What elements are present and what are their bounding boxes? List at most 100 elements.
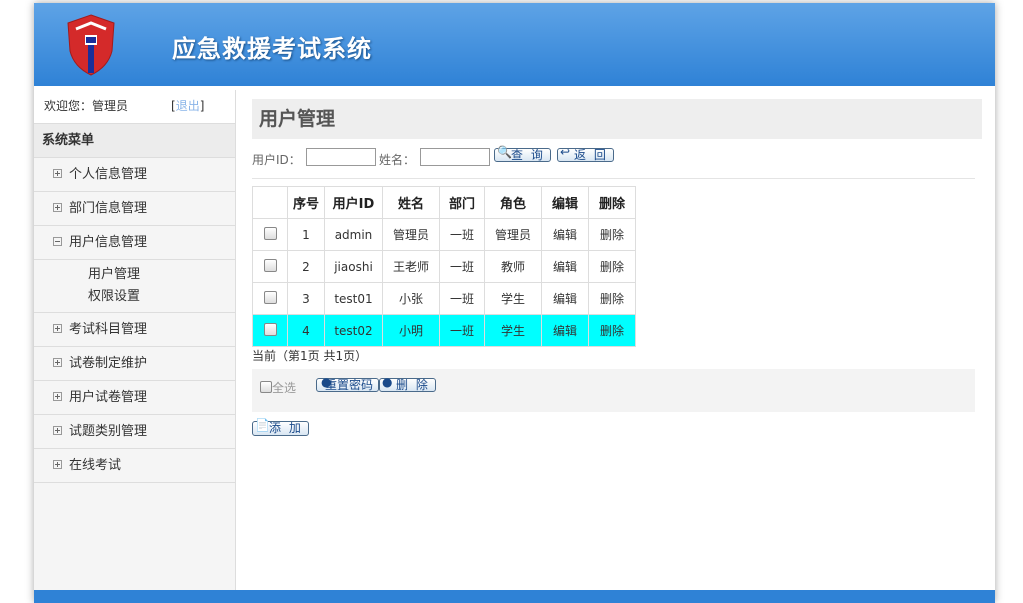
sidebar-item-department-info[interactable]: 部门信息管理 — [34, 192, 235, 226]
add-document-icon: 📄 — [255, 418, 272, 432]
bulk-delete-button[interactable]: ● 删 除 — [379, 375, 436, 392]
cell-no: 2 — [287, 250, 325, 283]
header-no: 序号 — [287, 186, 325, 219]
cell-no: 1 — [287, 218, 325, 251]
row-checkbox-cell — [252, 314, 288, 347]
cell-userid: test01 — [324, 282, 383, 315]
cell-name: 小明 — [382, 314, 440, 347]
user-table: 序号 用户ID 姓名 部门 角色 编辑 删除 1 admin 管理员 一班 管理… — [252, 186, 636, 347]
delete-link[interactable]: 删除 — [588, 218, 636, 251]
collapse-minus-icon — [53, 237, 62, 246]
select-all-label: 全选 — [272, 381, 297, 395]
page-title: 用户管理 — [252, 99, 982, 139]
table-row: 2 jiaoshi 王老师 一班 教师 编辑 删除 — [252, 250, 636, 283]
row-checkbox[interactable] — [263, 322, 277, 336]
expand-plus-icon — [53, 426, 62, 435]
expand-plus-icon — [53, 324, 62, 333]
main-content: 用户管理 用户ID： 姓名： 🔍 查 询 ↩ 返 回 序号 用户ID 姓名 部门 角… — [252, 99, 982, 436]
header-checkbox-col — [252, 186, 288, 219]
sidebar-item-user-info[interactable]: 用户信息管理 — [34, 226, 235, 260]
pager-status: 当前（第1页 共1页） — [252, 349, 368, 363]
logout-bracket-close: ] — [199, 99, 205, 113]
cell-name: 管理员 — [382, 218, 440, 251]
header-edit: 编辑 — [541, 186, 589, 219]
row-checkbox-cell — [252, 250, 288, 283]
cell-dept: 一班 — [439, 250, 485, 283]
cell-dept: 一班 — [439, 282, 485, 315]
footer-bar — [34, 590, 995, 603]
header-name: 姓名 — [382, 186, 440, 219]
bulk-action-bar: 全选 ● 重置密码 ● 删 除 — [252, 369, 975, 412]
cell-name: 小张 — [382, 282, 440, 315]
sidebar-item-label: 考试科目管理 — [69, 322, 148, 337]
table-header-row: 序号 用户ID 姓名 部门 角色 编辑 删除 — [252, 186, 636, 219]
add-button[interactable]: 📄 添 加 — [252, 418, 309, 436]
sidebar-item-question-categories[interactable]: 试题类别管理 — [34, 415, 235, 449]
header-delete: 删除 — [588, 186, 636, 219]
expand-plus-icon — [53, 392, 62, 401]
welcome-bar: 欢迎您：管理员 [退出] — [34, 90, 235, 124]
app-title: 应急救援考试系统 — [172, 35, 372, 63]
cell-userid: admin — [324, 218, 383, 251]
row-checkbox-cell — [252, 282, 288, 315]
logout-wrapper: [退出] — [171, 90, 204, 123]
table-row-highlighted: 4 test02 小明 一班 学生 编辑 删除 — [252, 314, 636, 347]
select-all[interactable]: 全选 — [260, 379, 296, 396]
logout-link[interactable]: 退出 — [176, 99, 200, 113]
search-bar: 用户ID： 姓名： 🔍 查 询 ↩ 返 回 — [252, 145, 982, 170]
bulk-delete-label: 删 除 — [396, 378, 430, 392]
sidebar-item-exam-subjects[interactable]: 考试科目管理 — [34, 313, 235, 347]
expand-plus-icon — [53, 358, 62, 367]
cell-dept: 一班 — [439, 314, 485, 347]
row-checkbox[interactable] — [263, 226, 277, 240]
app-frame: 应急救援考试系统 欢迎您：管理员 [退出] 系统菜单 个人信息管理 部门信息管理… — [34, 3, 995, 603]
sidebar-item-label: 用户试卷管理 — [69, 390, 148, 405]
cell-role: 教师 — [484, 250, 542, 283]
delete-link[interactable]: 删除 — [588, 282, 636, 315]
user-info-submenu: 用户管理 权限设置 — [34, 260, 235, 313]
reset-password-button[interactable]: ● 重置密码 — [316, 375, 380, 392]
sidebar: 欢迎您：管理员 [退出] 系统菜单 个人信息管理 部门信息管理 用户信息管理 用… — [34, 90, 236, 593]
sidebar-item-paper-maintenance[interactable]: 试卷制定维护 — [34, 347, 235, 381]
cell-userid: test02 — [324, 314, 383, 347]
sidebar-item-label: 部门信息管理 — [69, 201, 148, 216]
submenu-item-permission-settings[interactable]: 权限设置 — [88, 286, 235, 308]
expand-plus-icon — [53, 169, 62, 178]
divider — [252, 178, 975, 179]
delete-icon: ● — [382, 375, 395, 389]
submenu-item-user-management[interactable]: 用户管理 — [88, 264, 235, 286]
edit-link[interactable]: 编辑 — [541, 314, 589, 347]
back-button-label: 返 回 — [574, 148, 608, 162]
row-checkbox[interactable] — [263, 290, 277, 304]
key-icon: ● — [321, 375, 332, 389]
add-button-label: 添 加 — [269, 421, 303, 435]
table-row: 1 admin 管理员 一班 管理员 编辑 删除 — [252, 218, 636, 251]
select-all-checkbox[interactable] — [260, 381, 272, 393]
edit-link[interactable]: 编辑 — [541, 282, 589, 315]
sidebar-item-label: 个人信息管理 — [69, 167, 148, 182]
sidebar-item-user-papers[interactable]: 用户试卷管理 — [34, 381, 235, 415]
sidebar-item-label: 试卷制定维护 — [69, 356, 148, 371]
back-arrow-icon: ↩ — [560, 145, 573, 159]
magnifier-icon: 🔍 — [497, 145, 514, 159]
query-button-label: 查 询 — [511, 148, 545, 162]
sidebar-item-label: 试题类别管理 — [69, 424, 148, 439]
sidebar-item-personal-info[interactable]: 个人信息管理 — [34, 158, 235, 192]
delete-link[interactable]: 删除 — [588, 250, 636, 283]
delete-link[interactable]: 删除 — [588, 314, 636, 347]
query-button[interactable]: 🔍 查 询 — [494, 145, 551, 162]
sidebar-item-online-exam[interactable]: 在线考试 — [34, 449, 235, 483]
userid-input[interactable] — [306, 148, 376, 166]
cell-no: 3 — [287, 282, 325, 315]
shield-logo-icon — [67, 14, 115, 76]
edit-link[interactable]: 编辑 — [541, 218, 589, 251]
menu-title: 系统菜单 — [34, 124, 235, 158]
edit-link[interactable]: 编辑 — [541, 250, 589, 283]
reset-password-label: 重置密码 — [325, 378, 374, 392]
back-button[interactable]: ↩ 返 回 — [557, 145, 614, 162]
row-checkbox[interactable] — [263, 258, 277, 272]
name-input[interactable] — [420, 148, 490, 166]
cell-no: 4 — [287, 314, 325, 347]
header-banner: 应急救援考试系统 — [34, 3, 995, 86]
cell-role: 管理员 — [484, 218, 542, 251]
